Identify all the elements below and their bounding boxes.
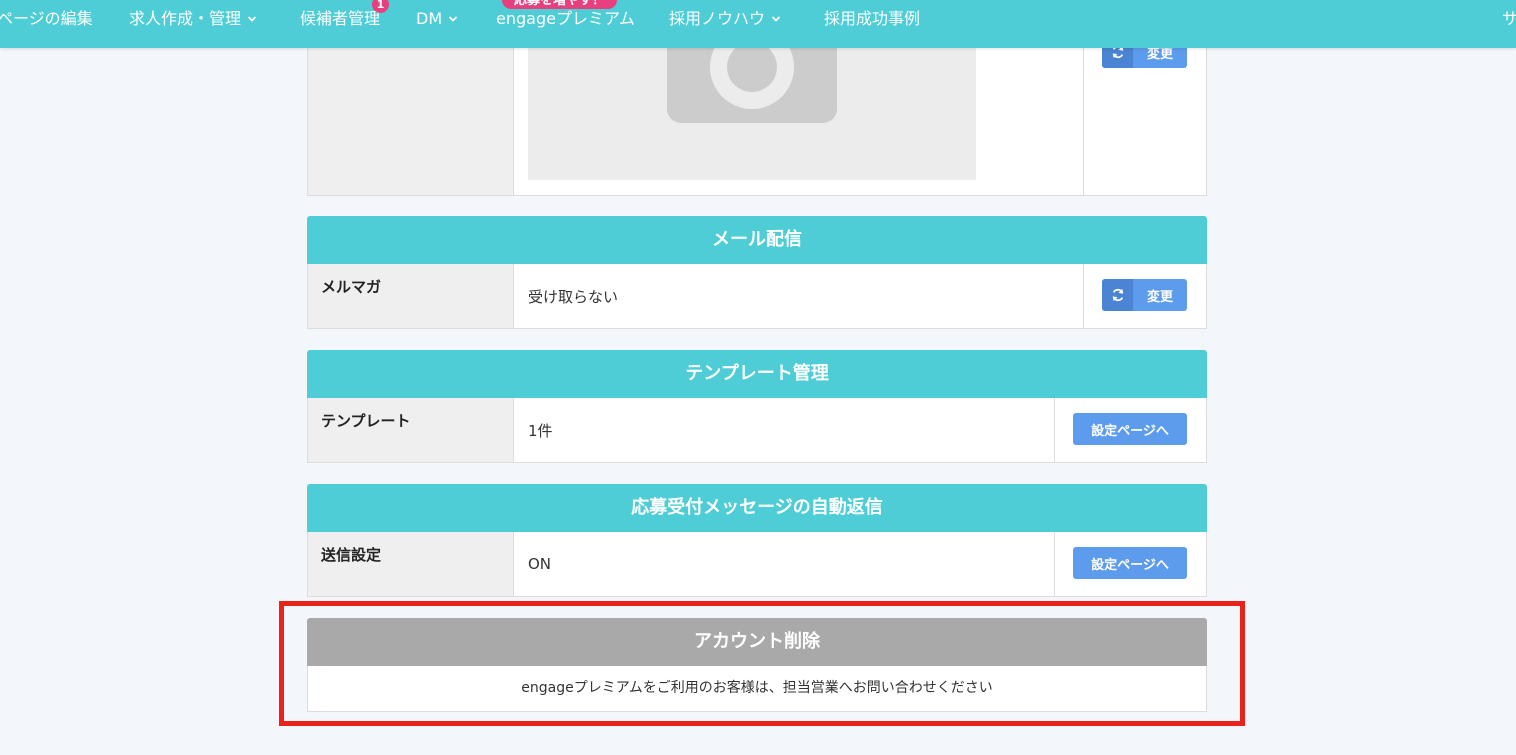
newsletter-label: メルマガ [308, 264, 514, 328]
button-label: 変更 [1146, 289, 1173, 305]
nav-item-support[interactable]: サ [1502, 0, 1516, 38]
account-delete-card: アカウント削除 engageプレミアムをご利用のお客様は、担当営業へお問い合わせ… [307, 618, 1207, 712]
nav-item-know-how[interactable]: 採用ノウハウ [669, 0, 781, 38]
notification-badge: 1 [372, 0, 389, 13]
chevron-down-icon [448, 16, 458, 22]
top-navigation-bar: ページの編集 求人作成・管理 候補者管理 1 DM 応募を増やす！ engage… [0, 0, 1516, 48]
nav-item-candidates[interactable]: 候補者管理 1 [300, 0, 389, 38]
account-delete-message: engageプレミアムをご利用のお客様は、担当営業へお問い合わせください [307, 666, 1207, 712]
newsletter-change-button[interactable]: 変更 [1102, 279, 1187, 311]
nav-label: ページの編集 [0, 9, 93, 28]
nav-label: 採用ノウハウ [669, 9, 766, 28]
auto-reply-action-cell: 設定ページへ [1054, 532, 1206, 596]
nav-item-success-cases[interactable]: 採用成功事例 [824, 0, 920, 38]
nav-item-dm[interactable]: DM [416, 0, 458, 38]
nav-item-engage-premium[interactable]: engageプレミアム [496, 0, 635, 38]
newsletter-action-cell: 変更 [1083, 264, 1206, 328]
send-setting-row: 送信設定 ON 設定ページへ [307, 532, 1207, 597]
send-setting-label: 送信設定 [308, 532, 514, 596]
nav-item-job-management[interactable]: 求人作成・管理 [129, 0, 257, 38]
template-settings-button[interactable]: 設定ページへ [1073, 413, 1187, 445]
nav-label: 求人作成・管理 [129, 9, 242, 28]
nav-label: engageプレミアム [496, 9, 635, 28]
template-label: テンプレート [308, 398, 514, 462]
nav-label: サ [1502, 9, 1516, 28]
refresh-icon [1102, 279, 1133, 311]
newsletter-row: メルマガ 受け取らない 変更 [307, 264, 1207, 329]
mail-delivery-title: メール配信 [307, 216, 1207, 264]
auto-reply-card: 応募受付メッセージの自動返信 送信設定 ON 設定ページへ [307, 484, 1207, 597]
mail-delivery-card: メール配信 メルマガ 受け取らない 変更 [307, 216, 1207, 329]
send-setting-value: ON [528, 555, 552, 573]
nav-item-page-edit[interactable]: ページの編集 [0, 0, 93, 38]
nav-label: DM [416, 9, 443, 28]
photo-placeholder [528, 30, 976, 180]
template-management-title: テンプレート管理 [307, 350, 1207, 398]
chevron-down-icon [247, 16, 257, 22]
nav-label: 採用成功事例 [824, 9, 921, 28]
chevron-down-icon [771, 16, 781, 22]
template-row: テンプレート 1件 設定ページへ [307, 398, 1207, 463]
account-delete-title: アカウント削除 [307, 618, 1207, 666]
template-action-cell: 設定ページへ [1054, 398, 1206, 462]
auto-reply-settings-button[interactable]: 設定ページへ [1073, 547, 1187, 579]
nav-label: 候補者管理 [300, 9, 381, 28]
template-count: 1件 [528, 421, 553, 440]
newsletter-value: 受け取らない [528, 287, 619, 306]
template-management-card: テンプレート管理 テンプレート 1件 設定ページへ [307, 350, 1207, 463]
auto-reply-title: 応募受付メッセージの自動返信 [307, 484, 1207, 532]
